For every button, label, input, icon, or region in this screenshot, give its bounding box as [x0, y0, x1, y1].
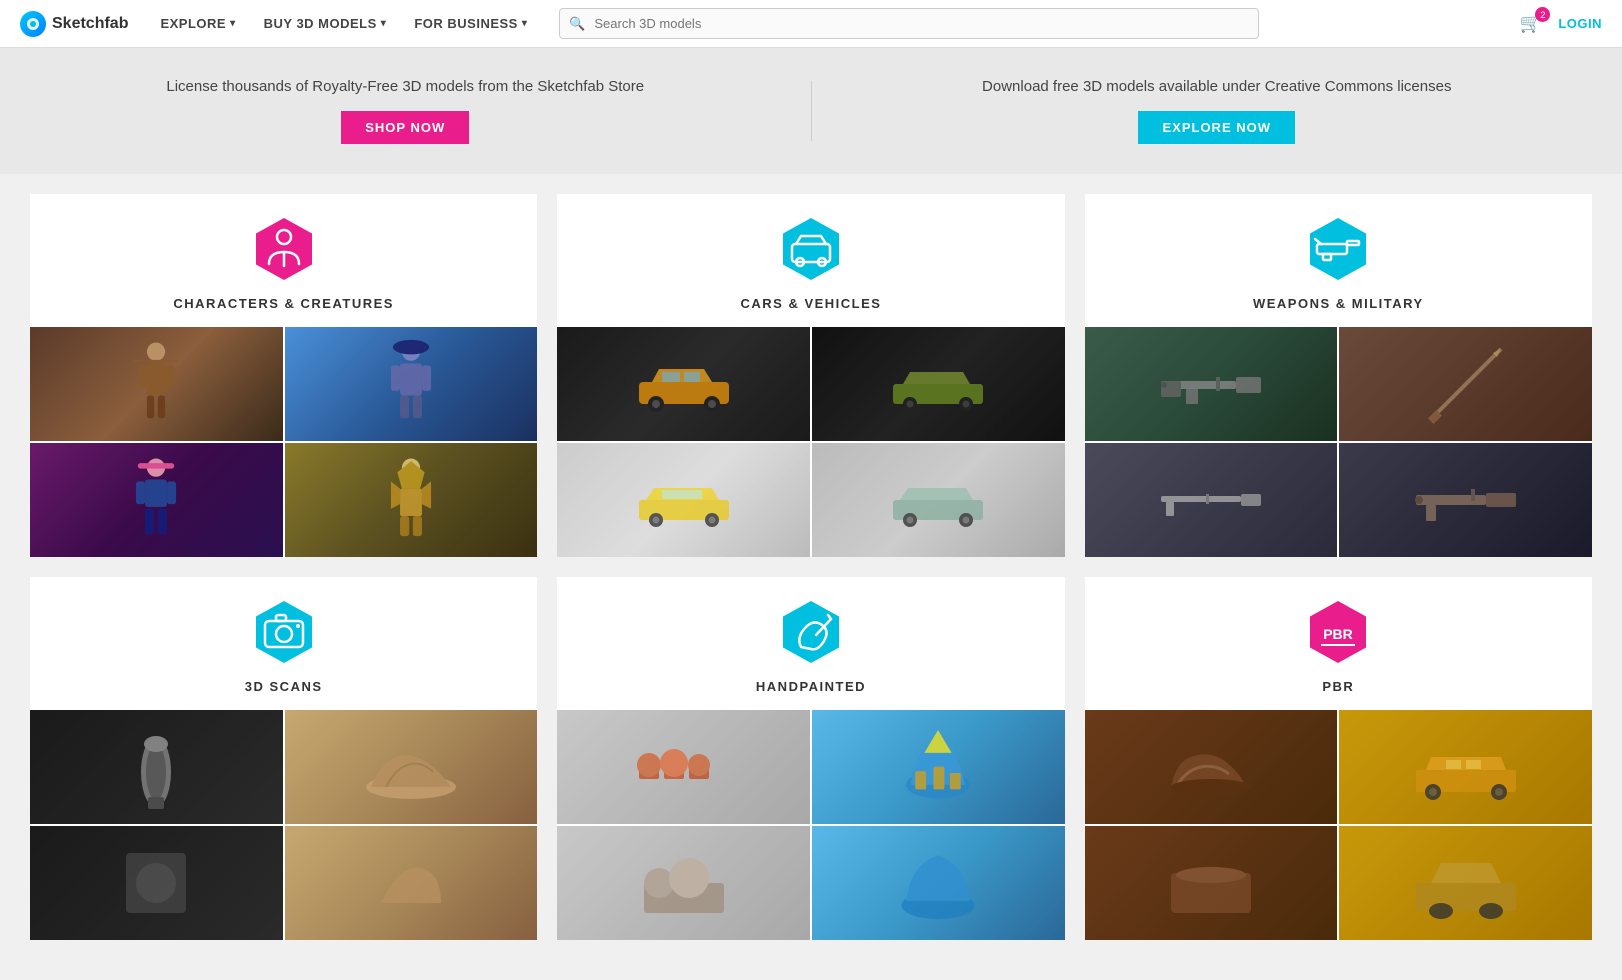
promo-left-text: License thousands of Royalty-Free 3D mod… — [40, 78, 771, 95]
logo[interactable]: Sketchfab — [20, 11, 128, 37]
navbar: Sketchfab EXPLORE ▾ BUY 3D MODELS ▾ FOR … — [0, 0, 1622, 48]
category-title-characters: CHARACTERS & CREATURES — [173, 296, 394, 311]
category-images-scans — [30, 710, 537, 940]
chevron-down-icon: ▾ — [522, 18, 528, 29]
char-img-1 — [30, 327, 283, 441]
cars-icon — [776, 214, 846, 284]
scan-img-4 — [285, 826, 538, 940]
category-images-handpainted — [557, 710, 1064, 940]
category-header-handpainted: HANDPAINTED — [557, 577, 1064, 710]
weap-img-4 — [1339, 443, 1592, 557]
car-img-3 — [557, 443, 810, 557]
promo-divider — [811, 81, 812, 141]
pbr-icon: PBR — [1303, 597, 1373, 667]
weapons-icon — [1303, 214, 1373, 284]
promo-banner: License thousands of Royalty-Free 3D mod… — [0, 48, 1622, 174]
category-header-pbr: PBR PBR — [1085, 577, 1592, 710]
svg-text:PBR: PBR — [1324, 626, 1354, 642]
category-header-scans: 3D SCANS — [30, 577, 537, 710]
char-img-2 — [285, 327, 538, 441]
search-input[interactable] — [559, 8, 1259, 39]
nav-business[interactable]: FOR BUSINESS ▾ — [402, 8, 539, 39]
hand-img-1 — [557, 710, 810, 824]
cart-badge: 2 — [1535, 7, 1550, 22]
logo-icon — [20, 11, 46, 37]
category-header-characters: CHARACTERS & CREATURES — [30, 194, 537, 327]
chevron-down-icon: ▾ — [230, 18, 236, 29]
weap-img-3 — [1085, 443, 1338, 557]
nav-links: EXPLORE ▾ BUY 3D MODELS ▾ FOR BUSINESS ▾ — [148, 8, 539, 39]
category-card-cars[interactable]: CARS & VEHICLES — [557, 194, 1064, 557]
characters-icon — [249, 214, 319, 284]
navbar-right: 🛒 2 LOGIN — [1520, 13, 1602, 34]
car-img-2 — [812, 327, 1065, 441]
nav-explore[interactable]: EXPLORE ▾ — [148, 8, 247, 39]
weap-img-1 — [1085, 327, 1338, 441]
category-card-handpainted[interactable]: HANDPAINTED — [557, 577, 1064, 940]
hand-img-4 — [812, 826, 1065, 940]
category-card-weapons[interactable]: WEAPONS & MILITARY — [1085, 194, 1592, 557]
car-img-4 — [812, 443, 1065, 557]
chevron-down-icon: ▾ — [381, 18, 387, 29]
category-images-weapons — [1085, 327, 1592, 557]
search-icon: 🔍 — [569, 16, 585, 32]
category-header-weapons: WEAPONS & MILITARY — [1085, 194, 1592, 327]
category-title-scans: 3D SCANS — [245, 679, 323, 694]
car-img-1 — [557, 327, 810, 441]
category-card-scans[interactable]: 3D SCANS — [30, 577, 537, 940]
pbr-img-1 — [1085, 710, 1338, 824]
scan-img-2 — [285, 710, 538, 824]
category-images-pbr — [1085, 710, 1592, 940]
category-images-characters — [30, 327, 537, 557]
nav-buy[interactable]: BUY 3D MODELS ▾ — [252, 8, 399, 39]
category-title-pbr: PBR — [1322, 679, 1354, 694]
login-button[interactable]: LOGIN — [1558, 16, 1602, 31]
handpainted-icon — [776, 597, 846, 667]
explore-now-button[interactable]: EXPLORE NOW — [1138, 111, 1295, 144]
pbr-img-3 — [1085, 826, 1338, 940]
categories-grid: CHARACTERS & CREATURES — [30, 194, 1592, 940]
category-title-weapons: WEAPONS & MILITARY — [1253, 296, 1424, 311]
category-title-handpainted: HANDPAINTED — [756, 679, 866, 694]
pbr-img-2 — [1339, 710, 1592, 824]
char-img-4 — [285, 443, 538, 557]
promo-left: License thousands of Royalty-Free 3D mod… — [40, 78, 771, 144]
main-content: CHARACTERS & CREATURES — [0, 174, 1622, 980]
shop-now-button[interactable]: SHOP NOW — [341, 111, 469, 144]
category-card-characters[interactable]: CHARACTERS & CREATURES — [30, 194, 537, 557]
hand-img-3 — [557, 826, 810, 940]
scans-icon — [249, 597, 319, 667]
char-img-3 — [30, 443, 283, 557]
weap-img-2 — [1339, 327, 1592, 441]
category-title-cars: CARS & VEHICLES — [741, 296, 882, 311]
promo-right: Download free 3D models available under … — [852, 78, 1583, 144]
scan-img-1 — [30, 710, 283, 824]
cart-button[interactable]: 🛒 2 — [1520, 13, 1542, 34]
hand-img-2 — [812, 710, 1065, 824]
search-bar: 🔍 — [559, 8, 1259, 39]
logo-text: Sketchfab — [52, 15, 128, 33]
pbr-img-4 — [1339, 826, 1592, 940]
category-card-pbr[interactable]: PBR PBR — [1085, 577, 1592, 940]
category-images-cars — [557, 327, 1064, 557]
scan-img-3 — [30, 826, 283, 940]
promo-right-text: Download free 3D models available under … — [852, 78, 1583, 95]
category-header-cars: CARS & VEHICLES — [557, 194, 1064, 327]
